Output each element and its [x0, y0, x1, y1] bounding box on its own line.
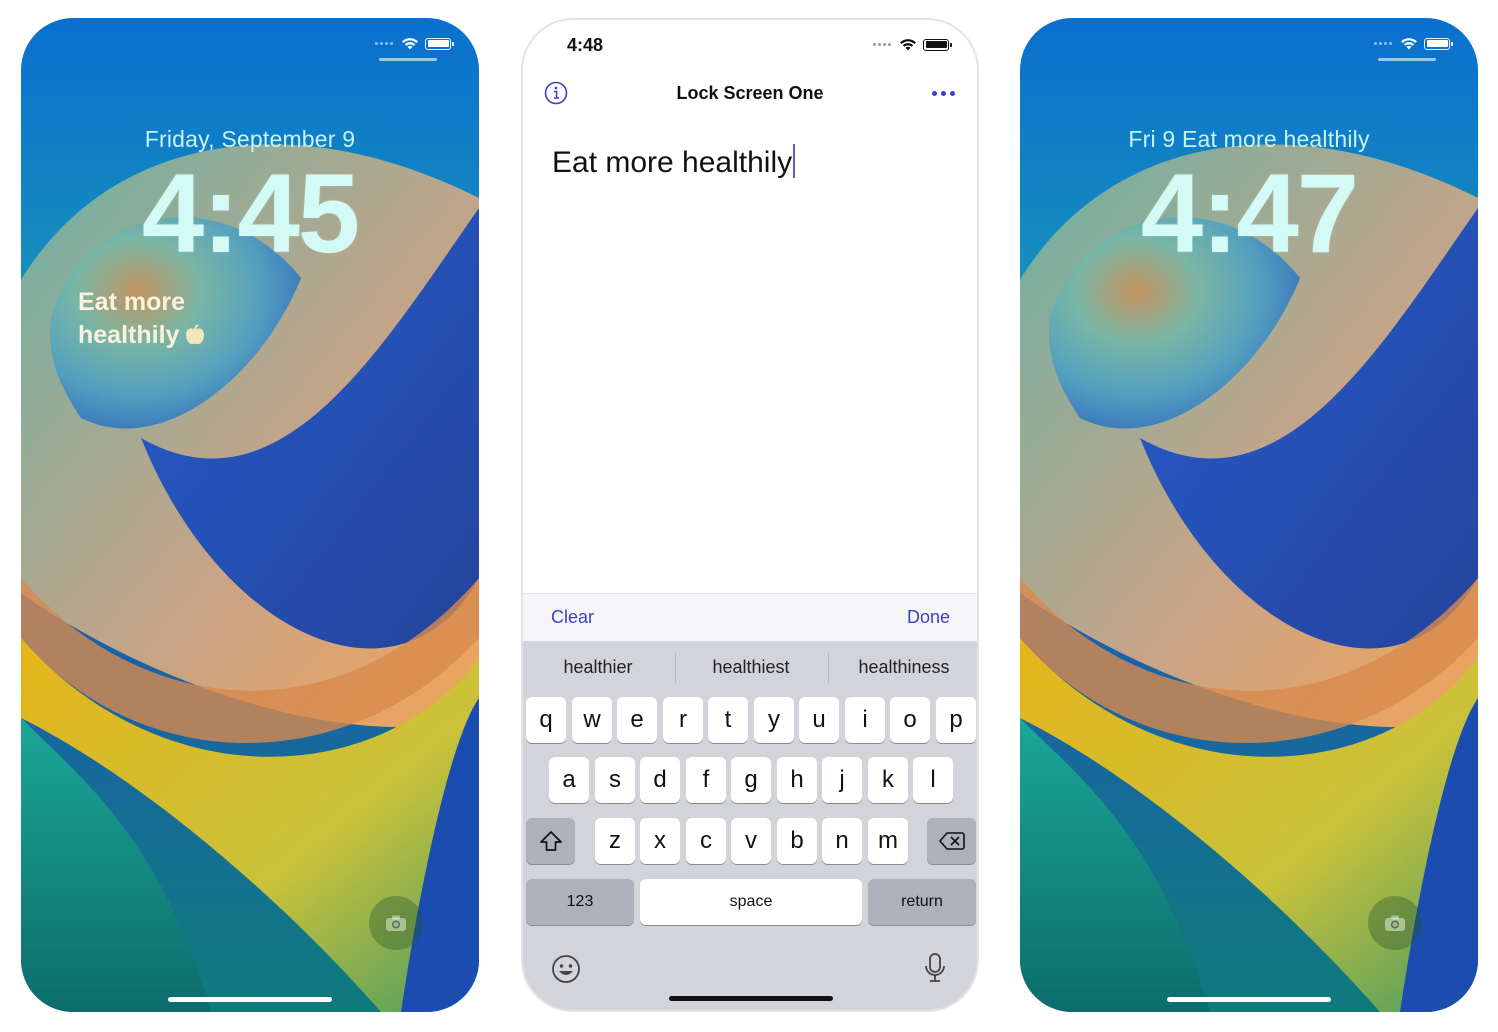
done-button[interactable]: Done	[907, 607, 950, 628]
apple-icon	[186, 324, 205, 345]
editor-screen: 4:48 Lock Screen One Eat more healthily …	[521, 18, 979, 1012]
home-indicator[interactable]	[1167, 997, 1331, 1002]
key-x[interactable]: x	[640, 818, 680, 864]
key-o[interactable]: o	[890, 697, 930, 743]
status-bar	[1374, 37, 1453, 50]
home-indicator[interactable]	[669, 996, 833, 1001]
suggestion-bar: healthier healthiest healthiness	[523, 641, 977, 695]
shift-key[interactable]	[526, 818, 575, 864]
key-r[interactable]: r	[663, 697, 703, 743]
widget-line-1: Eat more	[78, 288, 185, 316]
suggestion-3[interactable]: healthiness	[829, 657, 977, 678]
status-underline	[379, 58, 437, 61]
signal-icon	[375, 42, 393, 45]
key-e[interactable]: e	[617, 697, 657, 743]
camera-button[interactable]	[1368, 896, 1422, 950]
lock-screen-right: Fri 9 Eat more healthily 4:47	[1020, 18, 1478, 1012]
nav-title: Lock Screen One	[676, 83, 824, 103]
key-z[interactable]: z	[595, 818, 635, 864]
key-i[interactable]: i	[845, 697, 885, 743]
keyboard: healthier healthiest healthiness q w e r…	[523, 641, 977, 1010]
return-key[interactable]: return	[868, 879, 976, 925]
more-icon[interactable]	[932, 91, 955, 96]
status-bar	[375, 37, 454, 50]
battery-icon	[1424, 37, 1453, 50]
suggestion-1[interactable]: healthier	[523, 657, 673, 678]
key-q[interactable]: q	[526, 697, 566, 743]
status-underline	[1378, 58, 1436, 61]
wifi-icon	[900, 39, 916, 51]
signal-icon	[873, 43, 891, 46]
key-b[interactable]: b	[777, 818, 817, 864]
microphone-icon[interactable]	[923, 952, 947, 984]
widget-line-2: healthily	[78, 319, 278, 352]
key-k[interactable]: k	[868, 757, 908, 803]
key-n[interactable]: n	[822, 818, 862, 864]
clear-button[interactable]: Clear	[551, 607, 594, 628]
key-v[interactable]: v	[731, 818, 771, 864]
numbers-key[interactable]: 123	[526, 879, 634, 925]
signal-icon	[1374, 42, 1392, 45]
camera-icon	[1385, 915, 1405, 931]
lock-date: Friday, September 9	[144, 126, 356, 152]
shift-icon	[539, 831, 562, 851]
backspace-icon	[938, 832, 965, 850]
home-indicator[interactable]	[168, 997, 332, 1002]
delete-key[interactable]	[927, 818, 976, 864]
lock-date-widget[interactable]: Fri 9 Eat more healthily	[1020, 126, 1478, 153]
lock-time: 4:47	[1140, 151, 1359, 276]
key-h[interactable]: h	[777, 757, 817, 803]
space-key[interactable]: space	[640, 879, 862, 925]
suggestion-2[interactable]: healthiest	[676, 657, 826, 678]
key-c[interactable]: c	[686, 818, 726, 864]
lock-widget[interactable]: Eat more healthily	[78, 286, 278, 352]
text-caret	[793, 144, 796, 178]
key-p[interactable]: p	[936, 697, 976, 743]
key-t[interactable]: t	[708, 697, 748, 743]
battery-icon	[923, 38, 952, 51]
camera-icon	[386, 915, 406, 931]
battery-icon	[425, 37, 454, 50]
editor-content: Eat more healthily	[552, 146, 793, 179]
emoji-icon[interactable]	[551, 954, 581, 984]
key-s[interactable]: s	[595, 757, 635, 803]
key-u[interactable]: u	[799, 697, 839, 743]
key-g[interactable]: g	[731, 757, 771, 803]
text-editor[interactable]: Eat more healthily	[552, 144, 796, 180]
wifi-icon	[402, 38, 418, 50]
lock-screen-left: Friday, September 9 4:45 Eat more health…	[21, 18, 479, 1012]
status-bar	[873, 38, 952, 51]
key-w[interactable]: w	[572, 697, 612, 743]
lock-time: 4:45	[141, 151, 360, 276]
status-time: 4:48	[567, 35, 604, 55]
key-y[interactable]: y	[754, 697, 794, 743]
key-a[interactable]: a	[549, 757, 589, 803]
key-d[interactable]: d	[640, 757, 680, 803]
key-l[interactable]: l	[913, 757, 953, 803]
camera-button[interactable]	[369, 896, 423, 950]
key-j[interactable]: j	[822, 757, 862, 803]
input-toolbar: Clear Done	[523, 593, 977, 641]
wifi-icon	[1401, 38, 1417, 50]
key-m[interactable]: m	[868, 818, 908, 864]
key-f[interactable]: f	[686, 757, 726, 803]
